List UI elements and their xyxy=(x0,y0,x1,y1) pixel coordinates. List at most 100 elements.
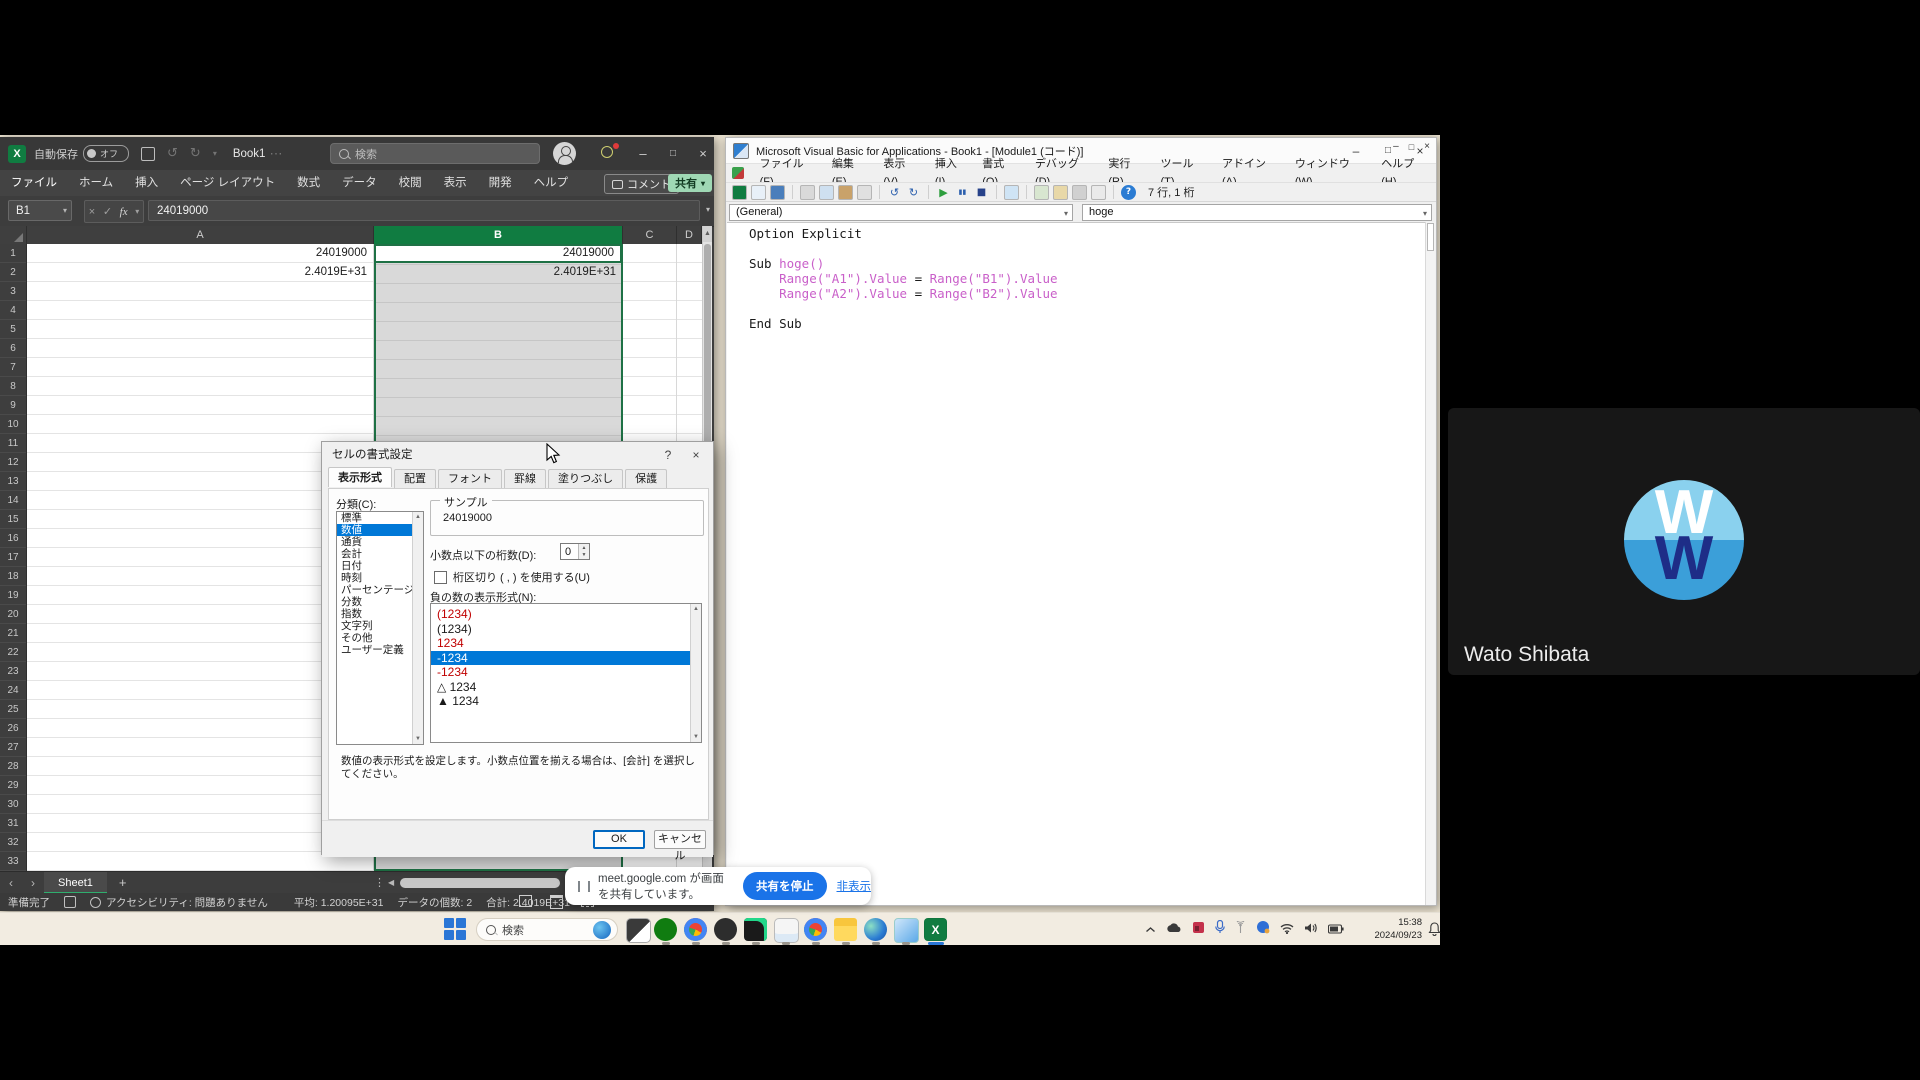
ribbon-tab-7[interactable]: 校閲 xyxy=(388,170,433,196)
row-header-26[interactable]: 26 xyxy=(0,719,26,738)
normal-view-icon[interactable] xyxy=(519,895,532,907)
ribbon-tab-5[interactable]: 数式 xyxy=(286,170,331,196)
child-restore-icon[interactable]: □ xyxy=(1409,138,1414,156)
dialog-tab-フォント[interactable]: フォント xyxy=(438,469,502,489)
category-item[interactable]: 会計 xyxy=(337,548,423,560)
procedure-dropdown[interactable]: hoge ▾ xyxy=(1082,204,1432,221)
row-header-3[interactable]: 3 xyxy=(0,282,26,301)
dialog-help-icon[interactable]: ? xyxy=(653,442,683,468)
ribbon-tab-1[interactable]: ファイル xyxy=(0,170,68,196)
scroll-up-icon[interactable]: ▲ xyxy=(415,512,421,522)
cancel-button[interactable]: キャンセル xyxy=(654,830,706,849)
row-header-27[interactable]: 27 xyxy=(0,738,26,757)
save-icon[interactable] xyxy=(770,185,785,200)
category-item[interactable]: ユーザー定義 xyxy=(337,644,423,656)
ok-button[interactable]: OK xyxy=(593,830,645,849)
vba-vscroll-thumb[interactable] xyxy=(1427,223,1434,251)
toolbox-icon[interactable] xyxy=(1072,185,1087,200)
thousands-separator-checkbox[interactable]: 桁区切り ( , ) を使用する(U) xyxy=(434,569,590,585)
row-header-7[interactable]: 7 xyxy=(0,358,26,377)
ribbon-tab-3[interactable]: 挿入 xyxy=(124,170,169,196)
taskbar-app-excel[interactable]: X xyxy=(924,918,947,941)
row-headers[interactable]: 1234567891011121314151617181920212223242… xyxy=(0,244,27,871)
redo-icon[interactable]: ↻ xyxy=(906,185,921,200)
spin-up-icon[interactable]: ▲ xyxy=(582,545,587,551)
cell-a1[interactable]: 24019000 xyxy=(27,244,373,263)
excel-maximize-button[interactable]: □ xyxy=(658,137,688,170)
taskbar-app-xbox[interactable] xyxy=(654,918,677,941)
column-header-b[interactable]: B xyxy=(374,226,623,244)
row-header-16[interactable]: 16 xyxy=(0,529,26,548)
redo-icon[interactable]: ↻ xyxy=(190,146,201,161)
copy-icon[interactable] xyxy=(819,185,834,200)
confirm-entry-icon[interactable]: ✓ xyxy=(103,205,112,218)
negative-format-item[interactable]: 1234 xyxy=(431,636,701,651)
row-header-21[interactable]: 21 xyxy=(0,624,26,643)
row-header-33[interactable]: 33 xyxy=(0,852,26,871)
row-header-15[interactable]: 15 xyxy=(0,510,26,529)
insert-function-icon[interactable]: fx xyxy=(120,206,128,218)
negative-numbers-listbox[interactable]: ▲ ▼ (1234)(1234)1234-1234-1234△ 1234▲ 12… xyxy=(430,603,702,743)
macro-record-icon[interactable] xyxy=(64,896,76,908)
meet-sphere-icon[interactable] xyxy=(1256,920,1270,939)
dialog-tab-罫線[interactable]: 罫線 xyxy=(504,469,546,489)
taskbar-app-chrome-work[interactable] xyxy=(804,918,827,941)
taskbar-app-pycharm[interactable] xyxy=(744,918,767,941)
quick-access-dropdown-icon[interactable]: ▾ xyxy=(213,149,217,158)
add-sheet-icon[interactable]: + xyxy=(107,875,139,890)
excel-icon[interactable] xyxy=(732,185,747,200)
column-header-a[interactable]: A xyxy=(27,226,374,244)
tips-lightbulb-icon[interactable] xyxy=(601,146,613,158)
participant-tile[interactable]: W W Wato Shibata xyxy=(1448,408,1920,675)
taskbar-app-task-view[interactable] xyxy=(626,918,651,943)
paste-icon[interactable] xyxy=(838,185,853,200)
negative-format-item[interactable]: ▲ 1234 xyxy=(431,694,701,709)
row-header-19[interactable]: 19 xyxy=(0,586,26,605)
taskbar-app-xbox-dark[interactable] xyxy=(714,918,737,941)
row-header-30[interactable]: 30 xyxy=(0,795,26,814)
app-badge-icon[interactable] xyxy=(1192,921,1205,939)
excel-search-box[interactable]: 検索 xyxy=(330,143,540,164)
category-scrollbar[interactable]: ▲ ▼ xyxy=(412,512,423,744)
scroll-down-icon[interactable]: ▼ xyxy=(693,732,699,742)
project-explorer-icon[interactable] xyxy=(1034,185,1049,200)
spin-down-icon[interactable]: ▼ xyxy=(582,552,587,558)
pause-icon[interactable]: ▮▮ xyxy=(955,185,970,200)
weather-globe-icon[interactable] xyxy=(593,921,611,939)
negative-list-scrollbar[interactable]: ▲ ▼ xyxy=(690,604,701,742)
row-header-24[interactable]: 24 xyxy=(0,681,26,700)
row-header-22[interactable]: 22 xyxy=(0,643,26,662)
category-item[interactable]: パーセンテージ xyxy=(337,584,423,596)
row-header-8[interactable]: 8 xyxy=(0,377,26,396)
category-item[interactable]: 日付 xyxy=(337,560,423,572)
row-header-18[interactable]: 18 xyxy=(0,567,26,586)
checkbox-icon[interactable] xyxy=(434,571,447,584)
stop-sharing-button[interactable]: 共有を停止 xyxy=(743,872,827,900)
vba-code[interactable]: Option Explicit Sub hoge() Range("A1").V… xyxy=(749,226,1058,331)
row-header-1[interactable]: 1 xyxy=(0,244,26,263)
tab-overflow-icon[interactable]: ⋮ xyxy=(374,876,385,889)
row-header-5[interactable]: 5 xyxy=(0,320,26,339)
chevron-up-icon[interactable] xyxy=(1145,921,1156,939)
row-header-23[interactable]: 23 xyxy=(0,662,26,681)
scroll-down-icon[interactable]: ▼ xyxy=(415,734,421,744)
negative-format-item[interactable]: -1234 xyxy=(431,651,701,666)
category-item[interactable]: 数値 xyxy=(337,524,423,536)
cell-a2[interactable]: 2.4019E+31 xyxy=(27,263,373,282)
dialog-tab-配置[interactable]: 配置 xyxy=(394,469,436,489)
autosave-control[interactable]: 自動保存 オフ xyxy=(34,145,129,162)
taskbar-app-edge[interactable] xyxy=(864,918,887,941)
row-header-11[interactable]: 11 xyxy=(0,434,26,453)
hscroll-thumb[interactable] xyxy=(400,878,560,888)
category-item[interactable]: 分数 xyxy=(337,596,423,608)
undo-icon[interactable]: ↺ xyxy=(887,185,902,200)
start-button[interactable] xyxy=(444,918,467,941)
negative-format-item[interactable]: -1234 xyxy=(431,665,701,680)
row-header-9[interactable]: 9 xyxy=(0,396,26,415)
dialog-tab-塗りつぶし[interactable]: 塗りつぶし xyxy=(548,469,623,489)
scroll-up-icon[interactable]: ▲ xyxy=(703,226,712,242)
negative-format-item[interactable]: (1234) xyxy=(431,622,701,637)
column-header-d[interactable]: D xyxy=(677,226,702,244)
category-item[interactable]: 時刻 xyxy=(337,572,423,584)
dialog-tab-保護[interactable]: 保護 xyxy=(625,469,667,489)
